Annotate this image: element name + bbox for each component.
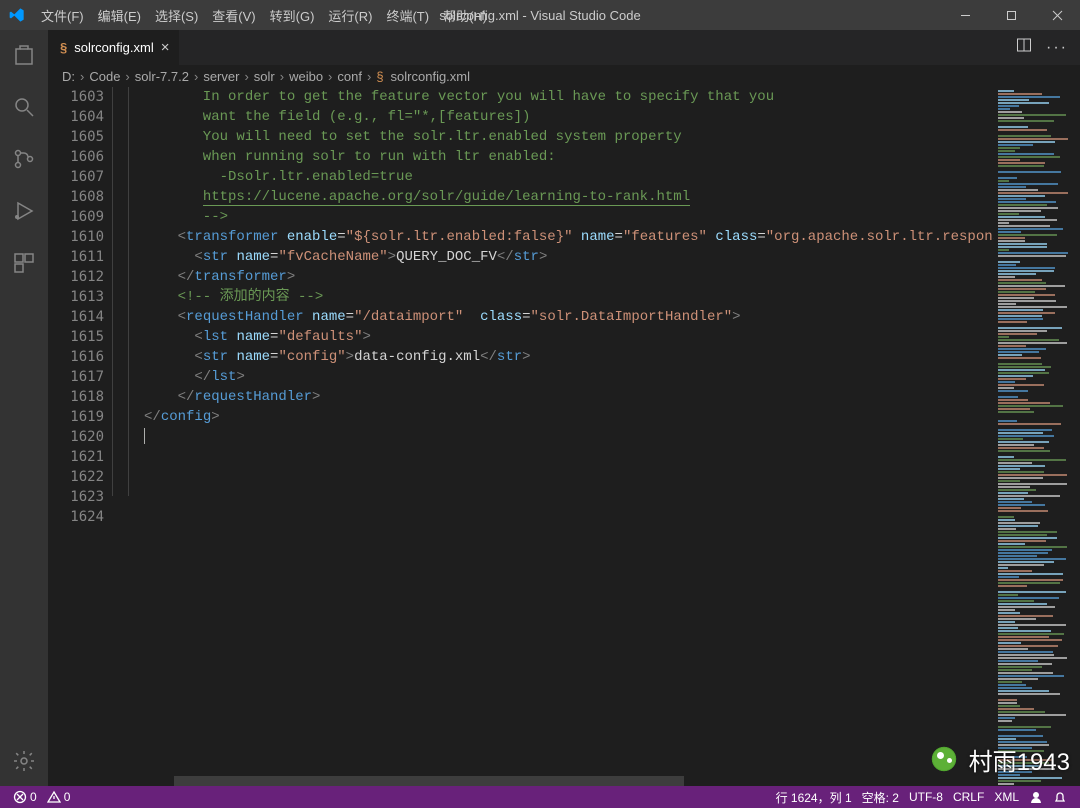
status-cursor-position[interactable]: 行 1624，列 1: [771, 789, 857, 806]
indent-guides: [112, 87, 144, 786]
watermark: 村雨1943: [925, 740, 1070, 778]
watermark-text: 村雨1943: [969, 742, 1070, 777]
close-icon[interactable]: ×: [161, 39, 170, 56]
more-actions-icon[interactable]: ···: [1046, 39, 1068, 57]
vscode-logo-icon: [0, 7, 34, 23]
editor-region: § solrconfig.xml × ··· D:›Code›solr-7.7.…: [48, 30, 1080, 786]
explorer-icon[interactable]: [0, 40, 48, 70]
status-encoding[interactable]: UTF-8: [904, 789, 948, 806]
horizontal-scrollbar[interactable]: [112, 776, 994, 786]
xml-file-icon: §: [60, 40, 67, 55]
menu-bar: 文件(F) 编辑(E) 选择(S) 查看(V) 转到(G) 运行(R) 终端(T…: [34, 6, 494, 25]
breadcrumb-item[interactable]: solrconfig.xml: [391, 69, 470, 84]
activity-bar: [0, 30, 48, 786]
breadcrumb-item[interactable]: D:: [62, 69, 75, 84]
tab-bar: § solrconfig.xml × ···: [48, 30, 1080, 65]
breadcrumb-item[interactable]: solr: [254, 69, 275, 84]
run-debug-icon[interactable]: [0, 196, 48, 226]
status-errors[interactable]: 0: [8, 790, 42, 804]
menu-edit[interactable]: 编辑(E): [91, 6, 148, 25]
settings-gear-icon[interactable]: [0, 746, 48, 776]
title-bar: 文件(F) 编辑(E) 选择(S) 查看(V) 转到(G) 运行(R) 终端(T…: [0, 0, 1080, 30]
menu-select[interactable]: 选择(S): [148, 6, 205, 25]
close-button[interactable]: [1034, 0, 1080, 30]
breadcrumb-item[interactable]: conf: [337, 69, 362, 84]
minimap[interactable]: [994, 87, 1080, 786]
extensions-icon[interactable]: [0, 248, 48, 278]
wechat-icon: [925, 740, 963, 778]
menu-terminal[interactable]: 终端(T): [379, 6, 436, 25]
status-eol[interactable]: CRLF: [948, 789, 989, 806]
status-bar: 0 0 行 1624，列 1 空格: 2 UTF-8 CRLF XML: [0, 786, 1080, 808]
status-warnings[interactable]: 0: [42, 790, 76, 804]
search-icon[interactable]: [0, 92, 48, 122]
minimize-button[interactable]: [942, 0, 988, 30]
scrollbar-thumb[interactable]: [174, 776, 684, 786]
breadcrumb-item[interactable]: Code: [89, 69, 120, 84]
breadcrumb-item[interactable]: weibo: [289, 69, 323, 84]
source-control-icon[interactable]: [0, 144, 48, 174]
tab-label: solrconfig.xml: [74, 40, 153, 55]
status-language[interactable]: XML: [989, 789, 1024, 806]
tab-solrconfig[interactable]: § solrconfig.xml ×: [48, 30, 179, 65]
status-bell-icon[interactable]: [1048, 789, 1072, 806]
breadcrumb-item[interactable]: solr-7.7.2: [135, 69, 189, 84]
line-number-gutter: 1603160416051606160716081609161016111612…: [48, 87, 112, 786]
code-editor[interactable]: In order to get the feature vector you w…: [144, 87, 994, 786]
menu-goto[interactable]: 转到(G): [263, 6, 322, 25]
breadcrumb[interactable]: D:›Code›solr-7.7.2›server›solr›weibo›con…: [48, 65, 1080, 87]
status-feedback-icon[interactable]: [1024, 789, 1048, 806]
breadcrumb-item[interactable]: server: [203, 69, 239, 84]
menu-run[interactable]: 运行(R): [321, 6, 379, 25]
split-editor-icon[interactable]: [1016, 37, 1032, 58]
status-spaces[interactable]: 空格: 2: [857, 789, 904, 806]
window-title: solrconfig.xml - Visual Studio Code: [439, 8, 640, 23]
menu-file[interactable]: 文件(F): [34, 6, 91, 25]
menu-view[interactable]: 查看(V): [205, 6, 262, 25]
maximize-button[interactable]: [988, 0, 1034, 30]
